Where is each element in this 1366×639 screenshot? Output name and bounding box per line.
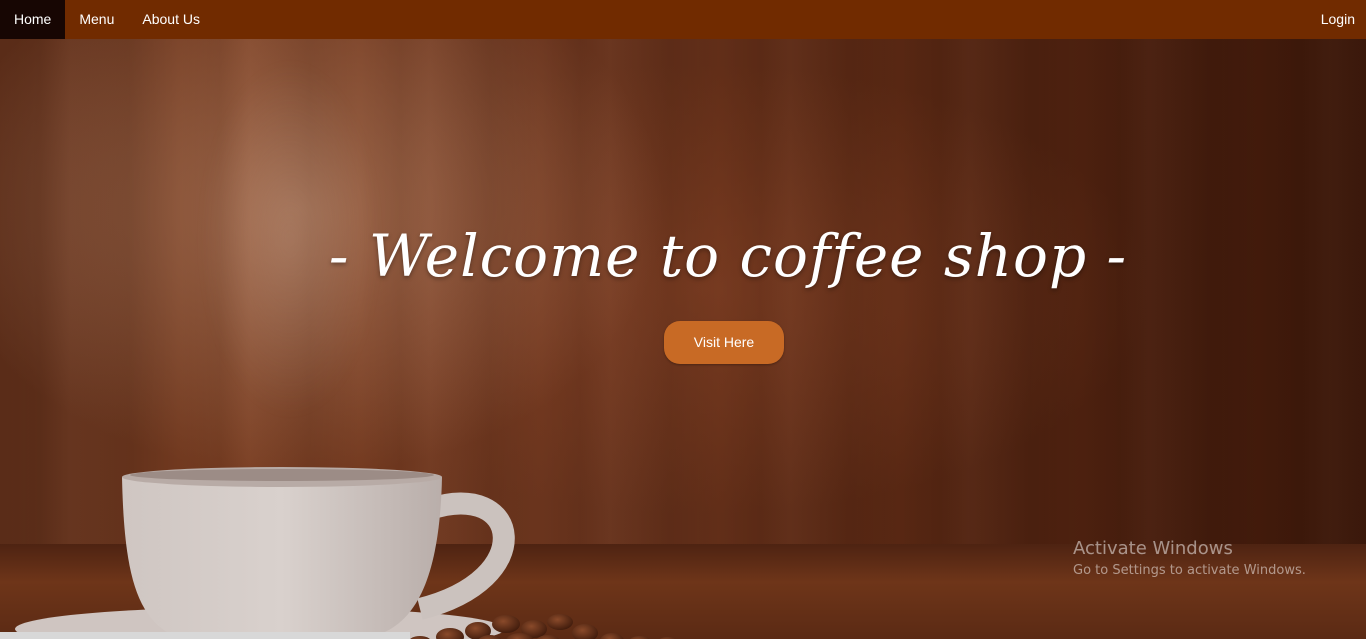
nav-item-menu[interactable]: Menu xyxy=(65,0,128,39)
nav-item-home[interactable]: Home xyxy=(0,0,66,39)
watermark-subtitle: Go to Settings to activate Windows. xyxy=(1073,563,1306,578)
coffee-cup-image xyxy=(15,467,677,639)
activate-windows-watermark: Activate Windows Go to Settings to activ… xyxy=(1073,538,1306,582)
horizontal-scrollbar[interactable] xyxy=(0,632,410,639)
visit-here-button[interactable]: Visit Here xyxy=(664,321,784,364)
watermark-title: Activate Windows xyxy=(1073,538,1233,559)
hero-title: - Welcome to coffee shop - xyxy=(328,222,1128,290)
nav-item-login[interactable]: Login xyxy=(1307,0,1366,39)
top-navbar: Home Menu About Us Login xyxy=(0,0,1366,39)
nav-item-about-us[interactable]: About Us xyxy=(128,0,214,39)
